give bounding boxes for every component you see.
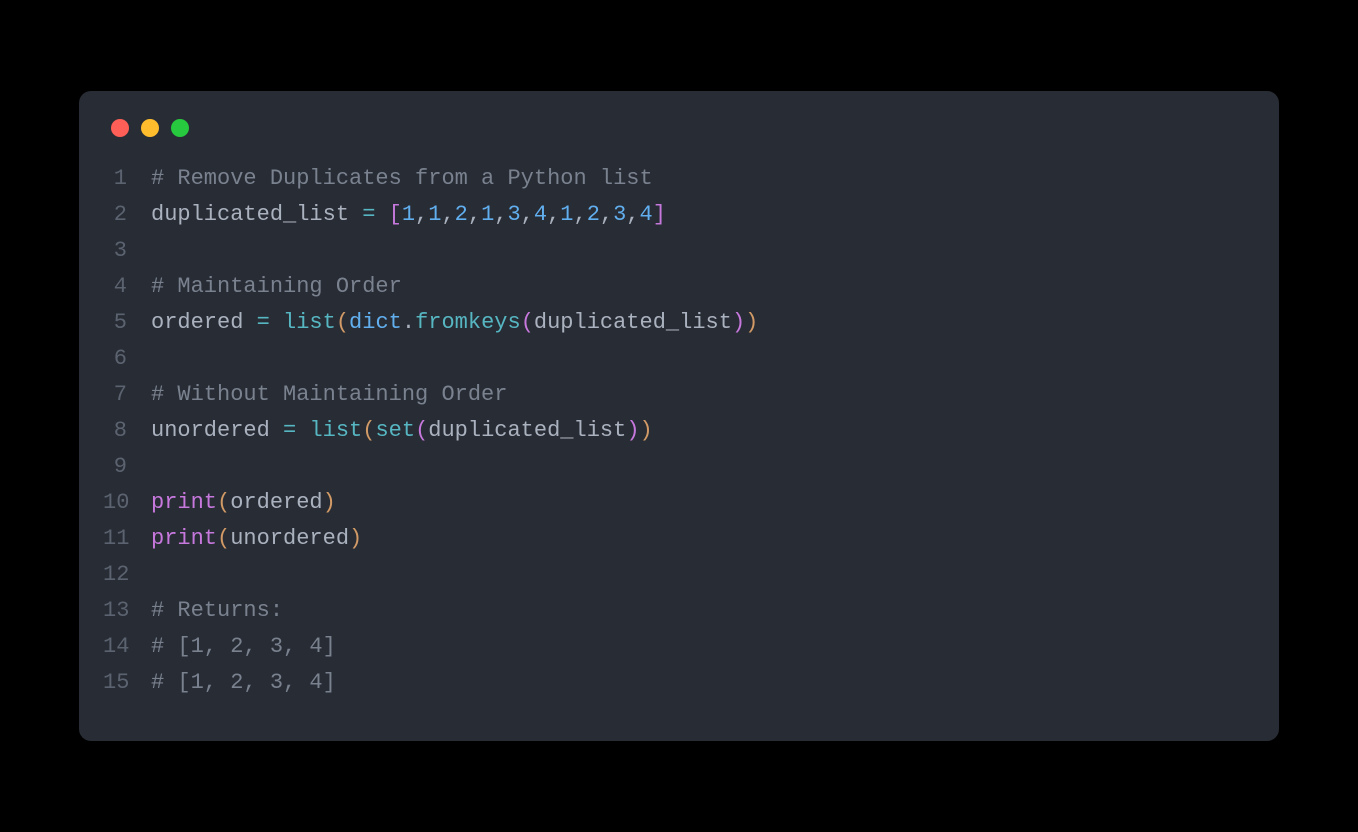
comment-token: # Maintaining Order bbox=[151, 274, 402, 299]
method-token: fromkeys bbox=[415, 310, 521, 335]
paren-token: ) bbox=[323, 490, 336, 515]
paren-token: ( bbox=[217, 490, 230, 515]
number-token: 2 bbox=[455, 202, 468, 227]
code-line: 5 ordered = list(dict.fromkeys(duplicate… bbox=[103, 305, 1255, 341]
line-number: 13 bbox=[103, 593, 151, 629]
line-number: 4 bbox=[103, 269, 151, 305]
number-token: 2 bbox=[587, 202, 600, 227]
comment-token: # Returns: bbox=[151, 598, 283, 623]
builtin-token: list bbox=[309, 418, 362, 443]
code-line: 13 # Returns: bbox=[103, 593, 1255, 629]
code-line: 4 # Maintaining Order bbox=[103, 269, 1255, 305]
code-line: 10 print(ordered) bbox=[103, 485, 1255, 521]
number-token: 1 bbox=[402, 202, 415, 227]
builtin-token: set bbox=[375, 418, 415, 443]
line-number: 2 bbox=[103, 197, 151, 233]
code-line: 7 # Without Maintaining Order bbox=[103, 377, 1255, 413]
builtin-token: print bbox=[151, 526, 217, 551]
code-line: 2 duplicated_list = [1,1,2,1,3,4,1,2,3,4… bbox=[103, 197, 1255, 233]
code-line: 9 bbox=[103, 449, 1255, 485]
identifier-token: duplicated_list bbox=[151, 202, 362, 227]
bracket-token: ] bbox=[653, 202, 666, 227]
paren-token: ( bbox=[415, 418, 428, 443]
code-line: 11 print(unordered) bbox=[103, 521, 1255, 557]
number-token: 1 bbox=[560, 202, 573, 227]
line-number: 15 bbox=[103, 665, 151, 701]
number-token: 4 bbox=[640, 202, 653, 227]
paren-token: ( bbox=[362, 418, 375, 443]
code-line: 15 # [1, 2, 3, 4] bbox=[103, 665, 1255, 701]
operator-token: = bbox=[283, 418, 296, 443]
paren-token: ) bbox=[732, 310, 745, 335]
window-titlebar bbox=[79, 119, 1279, 161]
code-line: 1 # Remove Duplicates from a Python list bbox=[103, 161, 1255, 197]
comment-token: # [1, 2, 3, 4] bbox=[151, 670, 336, 695]
identifier-token: duplicated_list bbox=[534, 310, 732, 335]
operator-token: = bbox=[362, 202, 375, 227]
paren-token: ) bbox=[640, 418, 653, 443]
code-line: 3 bbox=[103, 233, 1255, 269]
number-token: 3 bbox=[507, 202, 520, 227]
code-line: 6 bbox=[103, 341, 1255, 377]
bracket-token: [ bbox=[389, 202, 402, 227]
code-editor[interactable]: 1 # Remove Duplicates from a Python list… bbox=[79, 161, 1279, 701]
identifier-token: duplicated_list bbox=[428, 418, 626, 443]
paren-token: ) bbox=[745, 310, 758, 335]
line-number: 1 bbox=[103, 161, 151, 197]
line-number: 11 bbox=[103, 521, 151, 557]
code-line: 12 bbox=[103, 557, 1255, 593]
identifier-token: ordered bbox=[230, 490, 322, 515]
builtin-token: list bbox=[283, 310, 336, 335]
line-number: 3 bbox=[103, 233, 151, 269]
number-token: 4 bbox=[534, 202, 547, 227]
paren-token: ( bbox=[336, 310, 349, 335]
line-number: 14 bbox=[103, 629, 151, 665]
number-token: 3 bbox=[613, 202, 626, 227]
code-window: 1 # Remove Duplicates from a Python list… bbox=[79, 91, 1279, 741]
paren-token: ) bbox=[349, 526, 362, 551]
number-token: 1 bbox=[428, 202, 441, 227]
code-line: 14 # [1, 2, 3, 4] bbox=[103, 629, 1255, 665]
identifier-token: unordered bbox=[151, 418, 283, 443]
comment-token: # [1, 2, 3, 4] bbox=[151, 634, 336, 659]
line-number: 5 bbox=[103, 305, 151, 341]
line-number: 9 bbox=[103, 449, 151, 485]
paren-token: ( bbox=[217, 526, 230, 551]
paren-token: ) bbox=[626, 418, 639, 443]
paren-token: ( bbox=[521, 310, 534, 335]
close-button[interactable] bbox=[111, 119, 129, 137]
operator-token: = bbox=[257, 310, 270, 335]
minimize-button[interactable] bbox=[141, 119, 159, 137]
line-number: 12 bbox=[103, 557, 151, 593]
line-number: 7 bbox=[103, 377, 151, 413]
line-number: 6 bbox=[103, 341, 151, 377]
number-token: 1 bbox=[481, 202, 494, 227]
identifier-token: unordered bbox=[230, 526, 349, 551]
line-number: 10 bbox=[103, 485, 151, 521]
maximize-button[interactable] bbox=[171, 119, 189, 137]
builtin-token: print bbox=[151, 490, 217, 515]
code-line: 8 unordered = list(set(duplicated_list)) bbox=[103, 413, 1255, 449]
line-number: 8 bbox=[103, 413, 151, 449]
identifier-token: ordered bbox=[151, 310, 257, 335]
comment-token: # Remove Duplicates from a Python list bbox=[151, 166, 653, 191]
comment-token: # Without Maintaining Order bbox=[151, 382, 507, 407]
builtin-token: dict bbox=[349, 310, 402, 335]
